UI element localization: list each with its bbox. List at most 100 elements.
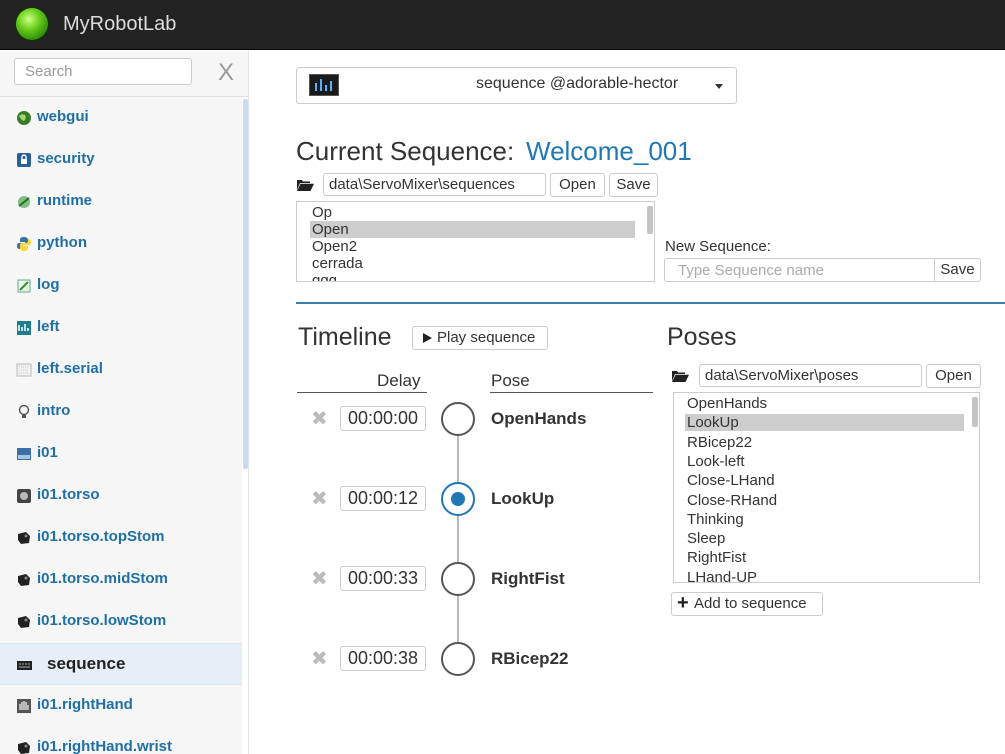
timeline-pose-name: OpenHands (491, 409, 587, 428)
sidebar-item-i01-torso[interactable]: i01.torso (0, 475, 242, 517)
arduino-icon (17, 321, 31, 335)
pose-list-item[interactable]: LHand-UP (685, 569, 759, 582)
timeline-connector (457, 419, 459, 659)
sidebar-item-webgui[interactable]: webgui (0, 97, 242, 139)
timeline-row: ✖ 00:00:38 RBicep22 (296, 642, 656, 678)
runtime-icon (18, 196, 30, 208)
sequence-list[interactable]: Op Open Open2 cerrada ggg (296, 201, 655, 282)
sidebar-item-sequence[interactable]: sequence (0, 643, 242, 685)
sequence-list-item[interactable]: Open (310, 221, 635, 238)
sidebar-item-i01[interactable]: i01 (0, 433, 242, 475)
pose-list-item[interactable]: RBicep22 (685, 434, 754, 451)
globe-icon (17, 111, 31, 125)
open-sequence-button[interactable]: Open (550, 173, 605, 197)
sidebar-search-row: X (0, 51, 248, 97)
pose-column-header: Pose (491, 371, 530, 390)
servo-icon (18, 532, 30, 544)
new-sequence-name-input[interactable] (664, 258, 935, 282)
timeline-row: ✖ 00:00:33 RightFist (296, 562, 656, 598)
open-poses-button[interactable]: Open (926, 364, 981, 388)
pose-list-item[interactable]: OpenHands (685, 395, 769, 412)
sidebar-item-runtime[interactable]: runtime (0, 181, 242, 223)
sidebar-item-i01-torso-topstom[interactable]: i01.torso.topStom (0, 517, 242, 559)
delay-input[interactable]: 00:00:12 (340, 486, 426, 511)
delay-input[interactable]: 00:00:00 (340, 406, 426, 431)
sequence-list-item[interactable]: ggg (310, 272, 339, 281)
timeline-node[interactable] (441, 482, 475, 516)
timeline-pose-name: RightFist (491, 569, 565, 588)
delay-input[interactable]: 00:00:38 (340, 646, 426, 671)
poses-list[interactable]: OpenHands LookUp RBicep22 Look-left Close-LH… (673, 392, 980, 583)
timeline-row: ✖ 00:00:12 LookUp (296, 482, 656, 518)
sidebar-scrollbar-thumb[interactable] (243, 99, 248, 469)
service-sidebar: X webgui security runtime python log left left… (0, 51, 249, 754)
sequence-path-input[interactable]: data\ServoMixer\sequences (323, 173, 546, 196)
timeline-node[interactable] (441, 642, 475, 676)
sidebar-item-label: runtime (37, 192, 93, 209)
create-sequence-save-button[interactable]: Save (934, 258, 981, 282)
sidebar-item-label: left.serial (37, 360, 103, 377)
sequence-list-item[interactable]: cerrada (310, 255, 365, 272)
pose-list-item[interactable]: LookUp (685, 414, 964, 432)
new-sequence-label: New Sequence: (665, 238, 771, 255)
timeline-node[interactable] (441, 562, 475, 596)
pose-list-item[interactable]: Close-LHand (685, 472, 777, 489)
app-title[interactable]: MyRobotLab (63, 13, 176, 36)
sequence-list-item[interactable]: Op (310, 204, 334, 221)
timeline-node[interactable] (441, 402, 475, 436)
sidebar-item-left-serial[interactable]: left.serial (0, 349, 242, 391)
sidebar-item-security[interactable]: security (0, 139, 242, 181)
add-to-sequence-label: Add to sequence (694, 595, 807, 612)
remove-icon[interactable]: ✖ (311, 409, 328, 429)
chevron-down-icon (715, 84, 723, 89)
lock-icon (17, 153, 31, 167)
current-sequence-label: Current Sequence: (296, 136, 515, 166)
pose-list-item[interactable]: Sleep (685, 530, 727, 547)
search-input[interactable] (14, 58, 192, 85)
poses-list-scrollbar[interactable] (972, 397, 978, 427)
myrobotlab-logo-icon[interactable] (16, 8, 48, 40)
sidebar-item-label: i01 (37, 444, 58, 461)
remove-icon[interactable]: ✖ (311, 569, 328, 589)
sidebar-item-label: webgui (37, 108, 89, 125)
sequence-list-item[interactable]: Open2 (310, 238, 359, 255)
sidebar-item-label: intro (37, 402, 71, 419)
service-select[interactable]: sequence @adorable-hector (296, 67, 737, 104)
service-thumbnail-icon (309, 74, 339, 96)
sidebar-item-intro[interactable]: intro (0, 391, 242, 433)
inmoov-icon (17, 448, 31, 460)
sidebar-item-label: i01.rightHand.wrist (37, 738, 173, 754)
sidebar-item-i01-righthand-wrist[interactable]: i01.rightHand.wrist (0, 727, 242, 754)
servo-icon (18, 574, 30, 586)
header-underline (297, 392, 427, 393)
poses-path-input[interactable]: data\ServoMixer\poses (699, 364, 922, 387)
play-sequence-button[interactable]: Play sequence (412, 326, 548, 350)
sidebar-item-label: security (37, 150, 95, 167)
close-icon[interactable]: X (218, 61, 234, 85)
remove-icon[interactable]: ✖ (311, 649, 328, 669)
timeline-row: ✖ 00:00:00 OpenHands (296, 402, 656, 438)
pose-list-item[interactable]: RightFist (685, 549, 748, 566)
play-icon (423, 333, 432, 343)
pose-list-item[interactable]: Look-left (685, 453, 747, 470)
sequence-list-scrollbar[interactable] (647, 206, 653, 234)
sidebar-item-left[interactable]: left (0, 307, 242, 349)
timeline-heading: Timeline (298, 323, 392, 351)
section-divider (296, 302, 1005, 304)
servo-icon (18, 742, 30, 754)
sidebar-item-label: left (37, 318, 60, 335)
bulb-icon (18, 404, 30, 418)
add-to-sequence-button[interactable]: + Add to sequence (671, 592, 823, 616)
save-sequence-button[interactable]: Save (609, 173, 658, 197)
sidebar-item-i01-torso-midstom[interactable]: i01.torso.midStom (0, 559, 242, 601)
delay-input[interactable]: 00:00:33 (340, 566, 426, 591)
sidebar-item-i01-righthand[interactable]: i01.rightHand (0, 685, 242, 727)
sidebar-item-python[interactable]: python (0, 223, 242, 265)
play-sequence-label: Play sequence (437, 329, 536, 346)
sidebar-item-i01-torso-lowstom[interactable]: i01.torso.lowStom (0, 601, 242, 643)
remove-icon[interactable]: ✖ (311, 489, 328, 509)
sidebar-item-log[interactable]: log (0, 265, 242, 307)
sidebar-item-label: log (37, 276, 60, 293)
pose-list-item[interactable]: Thinking (685, 511, 746, 528)
pose-list-item[interactable]: Close-RHand (685, 492, 779, 509)
